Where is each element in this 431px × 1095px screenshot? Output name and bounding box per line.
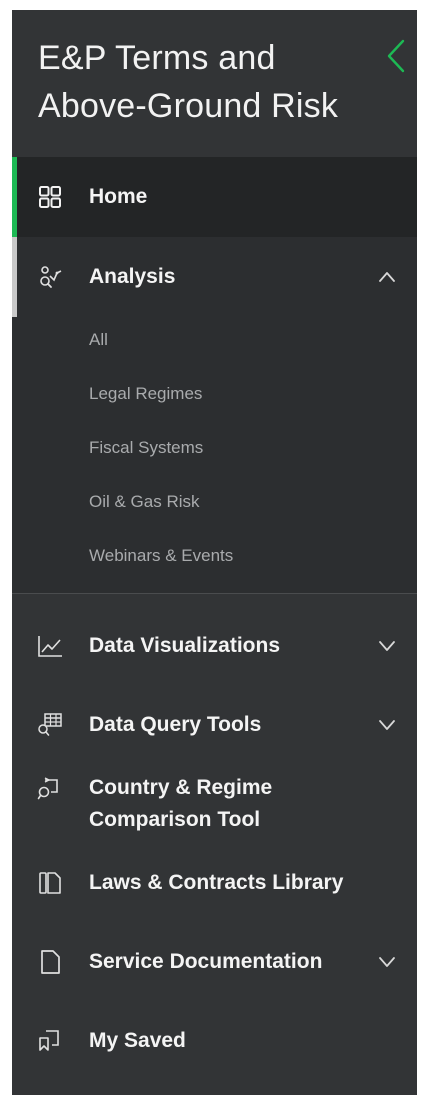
library-icon: [37, 870, 63, 896]
saved-icon: [37, 1028, 63, 1054]
nav-item-service-documentation[interactable]: Service Documentation: [12, 912, 417, 1012]
nav-item-label: Laws & Contracts Library: [89, 871, 344, 894]
analysis-section: Analysis All Legal Regimes Fiscal System…: [12, 237, 417, 594]
sidebar-header: E&P Terms and Above-Ground Risk: [12, 10, 417, 157]
submenu-item-webinars-events[interactable]: Webinars & Events: [12, 529, 417, 583]
chevron-down-icon[interactable]: [377, 952, 397, 972]
nav-item-home[interactable]: Home: [12, 157, 417, 237]
nav-item-data-visualizations[interactable]: Data Visualizations: [12, 596, 417, 696]
app-title: E&P Terms and Above-Ground Risk: [38, 39, 339, 125]
comparison-icon: [37, 776, 63, 802]
chevron-down-icon[interactable]: [377, 636, 397, 656]
nav-item-label-line2: Comparison Tool: [89, 808, 261, 831]
nav-item-label: Service Documentation: [89, 950, 323, 973]
submenu-item-fiscal-systems[interactable]: Fiscal Systems: [12, 421, 417, 475]
submenu-item-all[interactable]: All: [12, 313, 417, 367]
collapse-sidebar-button[interactable]: [381, 38, 409, 74]
nav-item-label-line1: Country & Regime: [89, 776, 273, 799]
grid-icon: [37, 184, 63, 210]
nav-item-data-query-tools[interactable]: Data Query Tools: [12, 696, 417, 754]
analysis-submenu: All Legal Regimes Fiscal Systems Oil & G…: [12, 313, 417, 593]
nav-item-my-saved[interactable]: My Saved: [12, 1012, 417, 1070]
nav-item-laws-contracts-library[interactable]: Laws & Contracts Library: [12, 854, 417, 912]
nav-item-label: Data Query Tools: [89, 713, 262, 736]
document-icon: [37, 949, 63, 975]
analysis-icon: [37, 264, 63, 290]
nav-item-analysis[interactable]: Analysis: [12, 237, 417, 317]
nav-item-comparison-tool[interactable]: Country & Regime Comparison Tool: [12, 754, 417, 854]
nav-item-label: My Saved: [89, 1029, 186, 1052]
submenu-item-oil-gas-risk[interactable]: Oil & Gas Risk: [12, 475, 417, 529]
chevron-down-icon[interactable]: [377, 715, 397, 735]
chevron-left-icon: [387, 39, 405, 73]
line-chart-icon: [37, 633, 63, 659]
sidebar: E&P Terms and Above-Ground Risk Home Ana…: [12, 10, 417, 1095]
chevron-up-icon[interactable]: [377, 267, 397, 287]
submenu-item-legal-regimes[interactable]: Legal Regimes: [12, 367, 417, 421]
nav-item-label: Home: [89, 185, 148, 208]
active-indicator: [12, 157, 17, 237]
nav-item-label: Data Visualizations: [89, 634, 281, 657]
query-table-icon: [37, 712, 63, 738]
nav-item-label: Analysis: [89, 265, 176, 288]
